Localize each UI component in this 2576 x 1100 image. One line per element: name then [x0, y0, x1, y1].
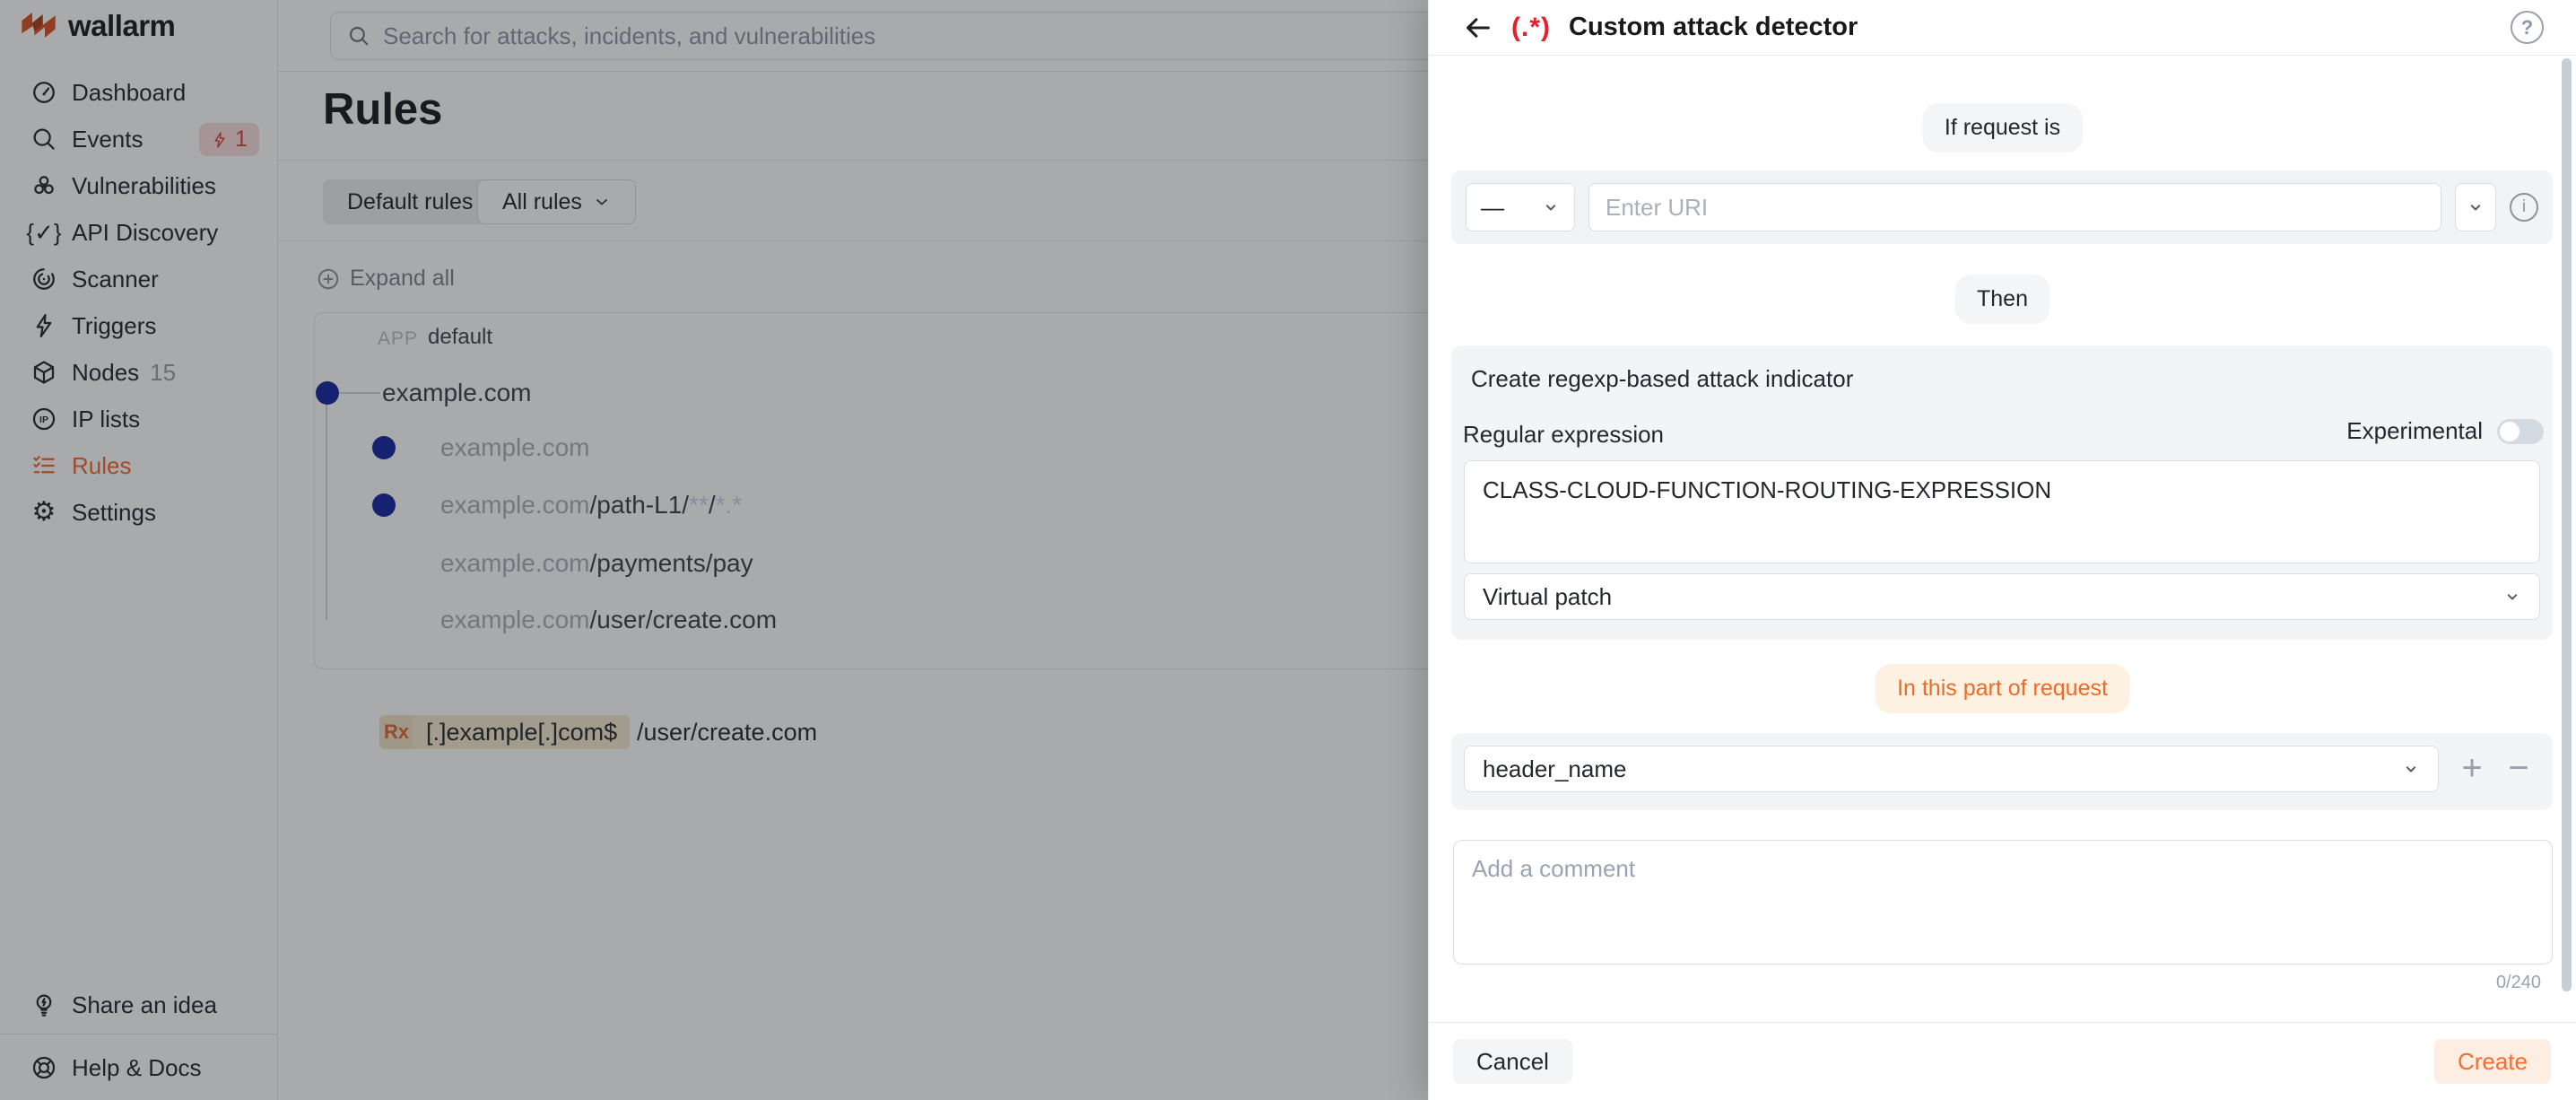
experimental-toggle[interactable] — [2497, 419, 2544, 444]
in-this-part-chip: In this part of request — [1875, 664, 2130, 713]
help-button[interactable]: ? — [2511, 11, 2544, 44]
add-request-part-button[interactable]: + — [2452, 746, 2492, 792]
regex-rule-icon: (.*) — [1511, 13, 1551, 43]
custom-attack-detector-panel: (.*) Custom attack detector ? If request… — [1428, 0, 2576, 1100]
panel-header: (.*) Custom attack detector ? — [1429, 0, 2576, 56]
chevron-down-icon — [1542, 198, 1560, 216]
uri-condition-row: — i — [1451, 170, 2553, 244]
uri-input[interactable] — [1588, 183, 2441, 231]
attack-indicator-card: Create regexp-based attack indicator Reg… — [1451, 345, 2553, 640]
experimental-label: Experimental — [2346, 417, 2483, 445]
panel-body: If request is — i Then Create regexp-bas… — [1429, 56, 2576, 1022]
arrow-left-icon — [1463, 13, 1493, 43]
regex-value-input[interactable]: CLASS-CLOUD-FUNCTION-ROUTING-EXPRESSION — [1464, 460, 2540, 563]
request-part-card: header_name + − — [1451, 733, 2553, 810]
toggle-knob — [2500, 422, 2519, 441]
chevron-down-icon — [2503, 588, 2521, 606]
request-part-select[interactable]: header_name — [1464, 746, 2439, 792]
attack-type-select[interactable]: Virtual patch — [1464, 573, 2540, 620]
if-request-is-chip: If request is — [1922, 103, 2083, 153]
uri-options-button[interactable] — [2455, 183, 2496, 231]
comment-input[interactable] — [1453, 840, 2553, 965]
then-chip: Then — [1954, 275, 2050, 324]
chevron-down-icon — [2402, 760, 2420, 778]
create-button[interactable]: Create — [2434, 1039, 2551, 1084]
experimental-control: Experimental — [2346, 417, 2544, 445]
cancel-button[interactable]: Cancel — [1453, 1039, 1572, 1084]
info-icon[interactable]: i — [2510, 193, 2538, 222]
panel-footer: Cancel Create — [1429, 1022, 2576, 1100]
action-heading: Create regexp-based attack indicator — [1471, 365, 1853, 393]
uri-operator-select[interactable]: — — [1466, 183, 1575, 231]
app: wallarm Dashboard Events 1 — [0, 0, 2576, 1100]
panel-title: Custom attack detector — [1569, 13, 1858, 42]
modal-overlay[interactable] — [0, 0, 1428, 1100]
panel-scrollbar[interactable] — [2562, 58, 2572, 991]
comment-char-counter: 0/240 — [2496, 973, 2541, 993]
chevron-down-icon — [2467, 198, 2485, 216]
regular-expression-label: Regular expression — [1463, 421, 1664, 449]
back-button[interactable] — [1463, 13, 1493, 43]
remove-request-part-button[interactable]: − — [2499, 746, 2538, 792]
